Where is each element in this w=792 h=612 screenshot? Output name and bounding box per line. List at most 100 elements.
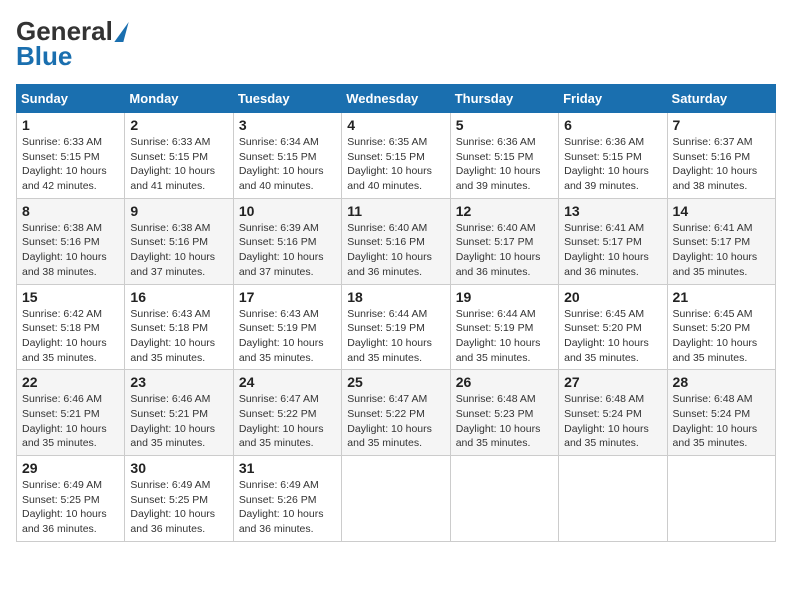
sunset-text: Sunset: 5:24 PM bbox=[564, 408, 642, 420]
sunset-text: Sunset: 5:26 PM bbox=[239, 494, 317, 506]
calendar-cell: 28 Sunrise: 6:48 AM Sunset: 5:24 PM Dayl… bbox=[667, 370, 775, 456]
daylight-text: Daylight: 10 hours and 40 minutes. bbox=[239, 165, 324, 192]
day-number: 6 bbox=[564, 117, 661, 133]
col-header-wednesday: Wednesday bbox=[342, 85, 450, 113]
daylight-text: Daylight: 10 hours and 35 minutes. bbox=[673, 251, 758, 278]
day-info: Sunrise: 6:48 AM Sunset: 5:24 PM Dayligh… bbox=[673, 392, 770, 451]
day-number: 8 bbox=[22, 203, 119, 219]
sunrise-text: Sunrise: 6:35 AM bbox=[347, 136, 427, 148]
calendar-cell: 22 Sunrise: 6:46 AM Sunset: 5:21 PM Dayl… bbox=[17, 370, 125, 456]
calendar-cell: 23 Sunrise: 6:46 AM Sunset: 5:21 PM Dayl… bbox=[125, 370, 233, 456]
day-number: 3 bbox=[239, 117, 336, 133]
day-info: Sunrise: 6:47 AM Sunset: 5:22 PM Dayligh… bbox=[347, 392, 444, 451]
daylight-text: Daylight: 10 hours and 38 minutes. bbox=[22, 251, 107, 278]
calendar-cell: 10 Sunrise: 6:39 AM Sunset: 5:16 PM Dayl… bbox=[233, 198, 341, 284]
sunrise-text: Sunrise: 6:38 AM bbox=[22, 222, 102, 234]
sunset-text: Sunset: 5:16 PM bbox=[347, 236, 425, 248]
calendar-cell: 12 Sunrise: 6:40 AM Sunset: 5:17 PM Dayl… bbox=[450, 198, 558, 284]
calendar-cell: 21 Sunrise: 6:45 AM Sunset: 5:20 PM Dayl… bbox=[667, 284, 775, 370]
col-header-friday: Friday bbox=[559, 85, 667, 113]
daylight-text: Daylight: 10 hours and 37 minutes. bbox=[130, 251, 215, 278]
sunrise-text: Sunrise: 6:48 AM bbox=[564, 393, 644, 405]
day-number: 11 bbox=[347, 203, 444, 219]
sunrise-text: Sunrise: 6:37 AM bbox=[673, 136, 753, 148]
day-info: Sunrise: 6:44 AM Sunset: 5:19 PM Dayligh… bbox=[347, 307, 444, 366]
day-info: Sunrise: 6:36 AM Sunset: 5:15 PM Dayligh… bbox=[564, 135, 661, 194]
sunrise-text: Sunrise: 6:36 AM bbox=[564, 136, 644, 148]
calendar-cell: 16 Sunrise: 6:43 AM Sunset: 5:18 PM Dayl… bbox=[125, 284, 233, 370]
sunset-text: Sunset: 5:18 PM bbox=[130, 322, 208, 334]
calendar-cell: 27 Sunrise: 6:48 AM Sunset: 5:24 PM Dayl… bbox=[559, 370, 667, 456]
day-number: 17 bbox=[239, 289, 336, 305]
calendar-cell bbox=[450, 456, 558, 542]
sunrise-text: Sunrise: 6:44 AM bbox=[456, 308, 536, 320]
calendar-cell: 2 Sunrise: 6:33 AM Sunset: 5:15 PM Dayli… bbox=[125, 113, 233, 199]
sunset-text: Sunset: 5:16 PM bbox=[239, 236, 317, 248]
sunrise-text: Sunrise: 6:47 AM bbox=[239, 393, 319, 405]
day-info: Sunrise: 6:41 AM Sunset: 5:17 PM Dayligh… bbox=[673, 221, 770, 280]
sunrise-text: Sunrise: 6:44 AM bbox=[347, 308, 427, 320]
day-info: Sunrise: 6:49 AM Sunset: 5:26 PM Dayligh… bbox=[239, 478, 336, 537]
day-info: Sunrise: 6:49 AM Sunset: 5:25 PM Dayligh… bbox=[130, 478, 227, 537]
daylight-text: Daylight: 10 hours and 35 minutes. bbox=[130, 337, 215, 364]
day-number: 4 bbox=[347, 117, 444, 133]
sunset-text: Sunset: 5:15 PM bbox=[456, 151, 534, 163]
calendar-cell: 31 Sunrise: 6:49 AM Sunset: 5:26 PM Dayl… bbox=[233, 456, 341, 542]
calendar-cell: 19 Sunrise: 6:44 AM Sunset: 5:19 PM Dayl… bbox=[450, 284, 558, 370]
calendar-cell: 9 Sunrise: 6:38 AM Sunset: 5:16 PM Dayli… bbox=[125, 198, 233, 284]
day-info: Sunrise: 6:46 AM Sunset: 5:21 PM Dayligh… bbox=[130, 392, 227, 451]
daylight-text: Daylight: 10 hours and 36 minutes. bbox=[456, 251, 541, 278]
sunset-text: Sunset: 5:20 PM bbox=[673, 322, 751, 334]
calendar-cell bbox=[342, 456, 450, 542]
day-info: Sunrise: 6:35 AM Sunset: 5:15 PM Dayligh… bbox=[347, 135, 444, 194]
daylight-text: Daylight: 10 hours and 35 minutes. bbox=[22, 423, 107, 450]
sunset-text: Sunset: 5:22 PM bbox=[347, 408, 425, 420]
sunset-text: Sunset: 5:16 PM bbox=[22, 236, 100, 248]
day-info: Sunrise: 6:33 AM Sunset: 5:15 PM Dayligh… bbox=[130, 135, 227, 194]
daylight-text: Daylight: 10 hours and 39 minutes. bbox=[456, 165, 541, 192]
calendar-table: SundayMondayTuesdayWednesdayThursdayFrid… bbox=[16, 84, 776, 542]
daylight-text: Daylight: 10 hours and 35 minutes. bbox=[239, 423, 324, 450]
calendar-cell: 7 Sunrise: 6:37 AM Sunset: 5:16 PM Dayli… bbox=[667, 113, 775, 199]
col-header-sunday: Sunday bbox=[17, 85, 125, 113]
day-info: Sunrise: 6:43 AM Sunset: 5:19 PM Dayligh… bbox=[239, 307, 336, 366]
calendar-cell: 6 Sunrise: 6:36 AM Sunset: 5:15 PM Dayli… bbox=[559, 113, 667, 199]
calendar-cell: 3 Sunrise: 6:34 AM Sunset: 5:15 PM Dayli… bbox=[233, 113, 341, 199]
sunset-text: Sunset: 5:19 PM bbox=[456, 322, 534, 334]
calendar-cell: 11 Sunrise: 6:40 AM Sunset: 5:16 PM Dayl… bbox=[342, 198, 450, 284]
day-number: 12 bbox=[456, 203, 553, 219]
day-number: 21 bbox=[673, 289, 770, 305]
day-info: Sunrise: 6:47 AM Sunset: 5:22 PM Dayligh… bbox=[239, 392, 336, 451]
sunset-text: Sunset: 5:16 PM bbox=[673, 151, 751, 163]
sunset-text: Sunset: 5:15 PM bbox=[564, 151, 642, 163]
day-number: 10 bbox=[239, 203, 336, 219]
calendar-cell: 17 Sunrise: 6:43 AM Sunset: 5:19 PM Dayl… bbox=[233, 284, 341, 370]
sunset-text: Sunset: 5:21 PM bbox=[22, 408, 100, 420]
daylight-text: Daylight: 10 hours and 38 minutes. bbox=[673, 165, 758, 192]
daylight-text: Daylight: 10 hours and 42 minutes. bbox=[22, 165, 107, 192]
sunrise-text: Sunrise: 6:39 AM bbox=[239, 222, 319, 234]
calendar-cell: 15 Sunrise: 6:42 AM Sunset: 5:18 PM Dayl… bbox=[17, 284, 125, 370]
col-header-saturday: Saturday bbox=[667, 85, 775, 113]
daylight-text: Daylight: 10 hours and 35 minutes. bbox=[347, 337, 432, 364]
sunset-text: Sunset: 5:17 PM bbox=[456, 236, 534, 248]
day-number: 9 bbox=[130, 203, 227, 219]
day-number: 23 bbox=[130, 374, 227, 390]
daylight-text: Daylight: 10 hours and 36 minutes. bbox=[347, 251, 432, 278]
daylight-text: Daylight: 10 hours and 41 minutes. bbox=[130, 165, 215, 192]
sunrise-text: Sunrise: 6:43 AM bbox=[239, 308, 319, 320]
calendar-cell: 13 Sunrise: 6:41 AM Sunset: 5:17 PM Dayl… bbox=[559, 198, 667, 284]
day-number: 30 bbox=[130, 460, 227, 476]
day-number: 1 bbox=[22, 117, 119, 133]
daylight-text: Daylight: 10 hours and 36 minutes. bbox=[239, 508, 324, 535]
day-number: 2 bbox=[130, 117, 227, 133]
day-number: 24 bbox=[239, 374, 336, 390]
day-info: Sunrise: 6:40 AM Sunset: 5:17 PM Dayligh… bbox=[456, 221, 553, 280]
daylight-text: Daylight: 10 hours and 35 minutes. bbox=[22, 337, 107, 364]
calendar-cell: 26 Sunrise: 6:48 AM Sunset: 5:23 PM Dayl… bbox=[450, 370, 558, 456]
day-info: Sunrise: 6:43 AM Sunset: 5:18 PM Dayligh… bbox=[130, 307, 227, 366]
sunset-text: Sunset: 5:25 PM bbox=[22, 494, 100, 506]
day-number: 31 bbox=[239, 460, 336, 476]
day-info: Sunrise: 6:34 AM Sunset: 5:15 PM Dayligh… bbox=[239, 135, 336, 194]
sunset-text: Sunset: 5:15 PM bbox=[22, 151, 100, 163]
